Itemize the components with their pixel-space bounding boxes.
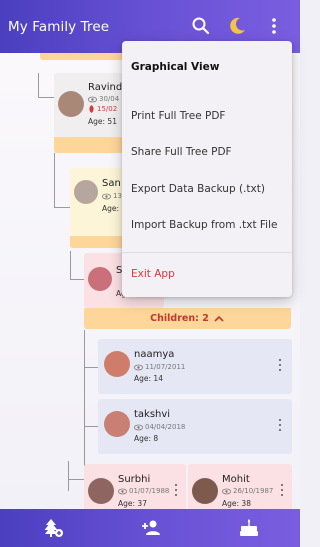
connector-line	[84, 367, 98, 368]
connector-line	[68, 479, 84, 480]
person-name: Ravind	[88, 82, 123, 93]
person-name: takshvi	[134, 409, 171, 420]
connector-line	[38, 73, 39, 97]
top-children-bar[interactable]	[40, 53, 130, 60]
more-vert-icon[interactable]	[278, 359, 282, 371]
cake-icon[interactable]	[238, 518, 260, 538]
eye-icon	[222, 488, 231, 494]
avatar	[58, 91, 84, 117]
person-name: Mohit	[222, 474, 250, 485]
connector-line	[70, 279, 84, 280]
menu-item-exit-app[interactable]: Exit App	[131, 268, 175, 280]
birth-date: 01/07/1988	[118, 487, 169, 495]
chevron-up-icon	[214, 315, 224, 322]
birth-date: 04/04/2018	[134, 423, 185, 431]
person-age: Age:	[102, 204, 120, 213]
more-vert-icon[interactable]	[278, 419, 282, 431]
leaf-icon	[89, 105, 94, 113]
birth-date: 30/04	[88, 95, 119, 103]
person-name: Surbhi	[118, 474, 151, 485]
add-person-icon[interactable]	[140, 518, 162, 538]
menu-item-print-pdf[interactable]: Print Full Tree PDF	[131, 110, 225, 122]
avatar	[88, 267, 112, 291]
search-icon[interactable]	[189, 14, 213, 38]
connector-line	[54, 153, 55, 207]
tree-add-icon[interactable]	[42, 518, 64, 538]
avatar	[88, 478, 114, 504]
more-vert-icon[interactable]	[280, 484, 284, 496]
person-age: Age: 37	[118, 499, 147, 508]
person-age: Age: 14	[134, 374, 163, 383]
avatar	[104, 411, 130, 437]
person-card-naamya[interactable]: naamya 11/07/2011 Age: 14	[98, 339, 292, 394]
connector-line	[38, 97, 54, 98]
person-age: Age: 38	[222, 499, 251, 508]
person-name: naamya	[134, 349, 175, 360]
menu-item-import-backup[interactable]: Import Backup from .txt File	[131, 219, 277, 231]
person-name: San	[102, 178, 121, 189]
eye-icon	[134, 364, 143, 370]
children-count: Children: 2	[150, 313, 209, 324]
overflow-menu: Graphical View Print Full Tree PDF Share…	[122, 41, 292, 297]
bottom-nav	[0, 509, 300, 547]
person-age: Age: 51	[88, 117, 117, 126]
avatar	[74, 180, 98, 204]
person-card-takshvi[interactable]: takshvi 04/04/2018 Age: 8	[98, 399, 292, 454]
connector-line	[84, 426, 98, 427]
avatar	[192, 478, 218, 504]
connector-line	[70, 251, 71, 279]
menu-item-export-backup[interactable]: Export Data Backup (.txt)	[131, 183, 265, 195]
menu-item-share-pdf[interactable]: Share Full Tree PDF	[131, 146, 232, 158]
eye-icon	[102, 193, 111, 199]
children-bar[interactable]: Children: 2	[84, 308, 291, 329]
more-vert-icon[interactable]	[174, 484, 178, 496]
person-age: Age: 8	[134, 434, 159, 443]
menu-item-graphical-view[interactable]: Graphical View	[131, 61, 219, 73]
connector-line	[68, 461, 69, 491]
menu-divider	[122, 252, 292, 253]
app-title: My Family Tree	[8, 18, 110, 35]
birth-date: 13	[102, 192, 122, 200]
connector-line	[84, 330, 85, 478]
person-card-mohit[interactable]: Mohit 26/10/1987 Age: 38	[188, 464, 292, 509]
eye-icon	[134, 424, 143, 430]
connector-line	[54, 207, 70, 208]
more-vert-icon[interactable]	[262, 14, 286, 38]
avatar	[104, 351, 130, 377]
moon-icon[interactable]	[225, 14, 249, 38]
birth-date: 11/07/2011	[134, 363, 185, 371]
eye-icon	[118, 488, 127, 494]
person-card-surbhi[interactable]: Surbhi 01/07/1988 Age: 37	[84, 464, 186, 509]
birth-date: 26/10/1987	[222, 487, 273, 495]
death-date: 15/02	[88, 105, 117, 113]
eye-icon	[88, 96, 97, 102]
